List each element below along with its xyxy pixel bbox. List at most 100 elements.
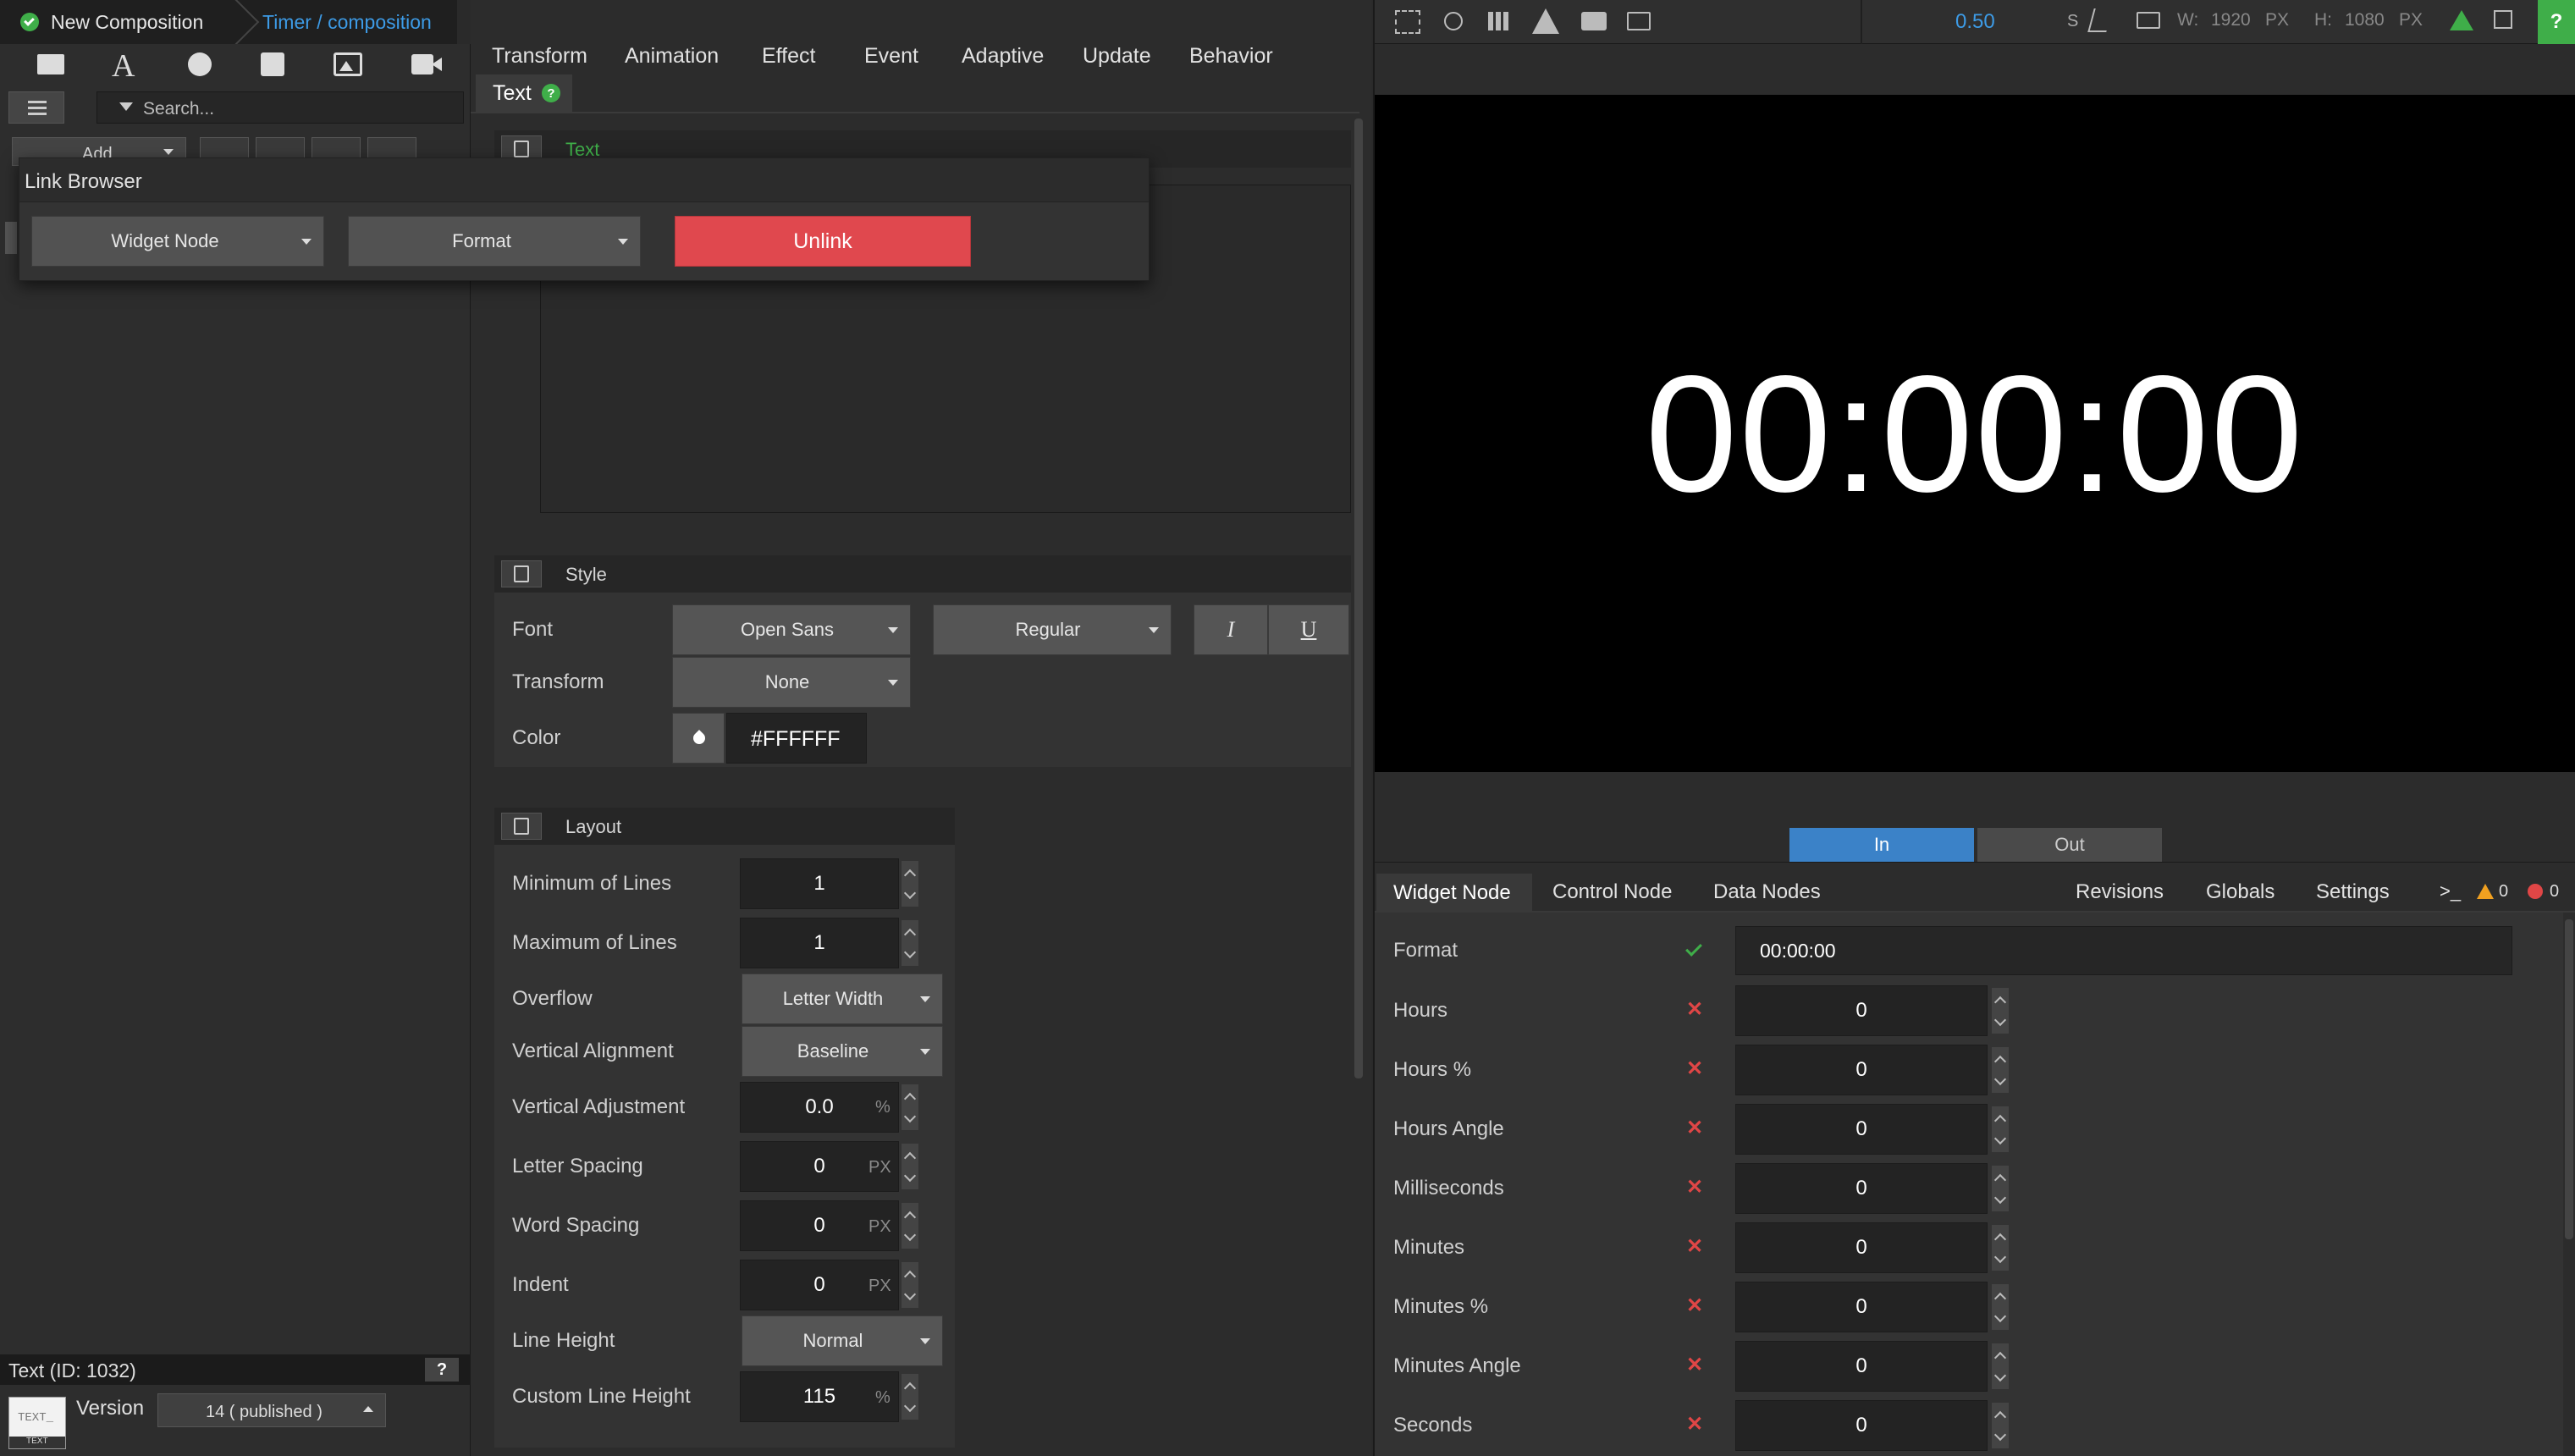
menu-effect[interactable]: Effect: [762, 44, 815, 69]
clipboard-icon[interactable]: [501, 560, 542, 587]
out-tab-label: Out: [2054, 834, 2085, 855]
image-tool-icon[interactable]: [334, 52, 362, 76]
list-toggle-button[interactable]: [8, 91, 64, 124]
folder-icon[interactable]: [37, 54, 64, 74]
max-lines-input[interactable]: 1: [740, 918, 899, 968]
preview-canvas[interactable]: 00:00:00: [1375, 95, 2575, 772]
menu-behavior[interactable]: Behavior: [1189, 44, 1273, 69]
revisions-tab[interactable]: Revisions: [2076, 880, 2164, 904]
unlink-label: Unlink: [793, 229, 852, 253]
word-spacing-stepper[interactable]: [901, 1202, 919, 1249]
help-button[interactable]: ?: [2538, 0, 2575, 44]
milliseconds-input[interactable]: 0: [1735, 1163, 1988, 1214]
menu-transform[interactable]: Transform: [492, 44, 587, 69]
search-box[interactable]: Search...: [96, 91, 464, 124]
min-lines-stepper[interactable]: [901, 860, 919, 907]
color-hex-value: #FFFFFF: [751, 727, 841, 751]
hours-pct-stepper[interactable]: [1991, 1046, 2010, 1094]
chevron-down-icon: [920, 996, 930, 1002]
format-prop-input[interactable]: 00:00:00: [1735, 926, 2512, 975]
line-height-dropdown[interactable]: Normal: [742, 1315, 943, 1366]
seconds-input[interactable]: 0: [1735, 1400, 1988, 1451]
height-value[interactable]: 1080: [2345, 10, 2385, 30]
circle-tool-icon[interactable]: [188, 52, 212, 76]
minutes-stepper[interactable]: [1991, 1224, 2010, 1271]
help-button[interactable]: ?: [425, 1358, 459, 1382]
widget-node-dropdown[interactable]: Widget Node: [31, 216, 324, 267]
pointer-icon[interactable]: [2087, 8, 2113, 32]
text-transform-dropdown[interactable]: None: [672, 657, 911, 708]
overflow-dropdown[interactable]: Letter Width: [742, 973, 943, 1024]
vertical-adjustment-stepper[interactable]: [901, 1084, 919, 1131]
in-tab[interactable]: In: [1789, 828, 1974, 862]
chevron-down-icon: [888, 627, 898, 633]
zoom-value[interactable]: 0.50: [1955, 10, 1995, 34]
font-weight-value: Regular: [1015, 619, 1081, 640]
format-dropdown[interactable]: Format: [348, 216, 641, 267]
menu-update[interactable]: Update: [1083, 44, 1151, 69]
triangle-icon[interactable]: [1532, 8, 1559, 34]
minutes-input[interactable]: 0: [1735, 1222, 1988, 1273]
vertical-alignment-value: Baseline: [797, 1040, 869, 1062]
crosshair-icon[interactable]: [1444, 12, 1463, 30]
milliseconds-stepper[interactable]: [1991, 1165, 2010, 1212]
hours-pct-input[interactable]: 0: [1735, 1045, 1988, 1095]
min-lines-input[interactable]: 1: [740, 858, 899, 909]
subtab-help-label: ?: [547, 85, 555, 101]
monitor-icon[interactable]: [2137, 12, 2160, 29]
frame-icon[interactable]: [1395, 10, 1420, 34]
italic-button[interactable]: I: [1194, 604, 1268, 655]
menu-event[interactable]: Event: [864, 44, 918, 69]
color-picker-button[interactable]: [672, 713, 725, 764]
middle-scrollbar[interactable]: [1354, 119, 1363, 1078]
color-hex-input[interactable]: #FFFFFF: [726, 713, 867, 764]
hours-angle-input[interactable]: 0: [1735, 1104, 1988, 1155]
snapshot-icon[interactable]: [1627, 12, 1651, 30]
max-lines-stepper[interactable]: [901, 919, 919, 967]
rectangle-tool-icon[interactable]: [261, 52, 284, 76]
font-weight-dropdown[interactable]: Regular: [933, 604, 1172, 655]
minutes-pct-input[interactable]: 0: [1735, 1282, 1988, 1332]
format-prop-label: Format: [1393, 939, 1458, 962]
clipboard-icon[interactable]: [501, 813, 542, 840]
hours-input[interactable]: 0: [1735, 985, 1988, 1036]
subtab-text[interactable]: Text ?: [476, 74, 572, 112]
menu-adaptive[interactable]: Adaptive: [962, 44, 1044, 69]
minutes-angle-stepper[interactable]: [1991, 1343, 2010, 1390]
warning-triangle-icon[interactable]: [2450, 10, 2473, 30]
hours-stepper[interactable]: [1991, 987, 2010, 1034]
settings-tab[interactable]: Settings: [2316, 880, 2390, 904]
underline-button[interactable]: U: [1268, 604, 1349, 655]
breadcrumb-root[interactable]: New Composition: [51, 11, 203, 34]
breadcrumb-path[interactable]: Timer / composition: [262, 11, 432, 34]
external-link-icon[interactable]: [2494, 10, 2512, 29]
width-value[interactable]: 1920: [2211, 10, 2251, 30]
hours-angle-stepper[interactable]: [1991, 1106, 2010, 1153]
tree-item-stub[interactable]: [5, 222, 17, 254]
font-family-dropdown[interactable]: Open Sans: [672, 604, 911, 655]
video-tool-icon[interactable]: [411, 54, 442, 74]
text-tool-icon[interactable]: A: [112, 47, 135, 85]
help-circle-icon[interactable]: ?: [542, 84, 560, 102]
console-icon[interactable]: >_: [2440, 880, 2461, 902]
thumb-sub: TEXT: [26, 1437, 48, 1446]
menu-animation[interactable]: Animation: [625, 44, 719, 69]
widget-node-tab[interactable]: Widget Node: [1376, 874, 1532, 911]
letter-spacing-stepper[interactable]: [901, 1143, 919, 1190]
minutes-angle-input[interactable]: 0: [1735, 1341, 1988, 1392]
data-nodes-tab[interactable]: Data Nodes: [1713, 880, 1821, 904]
out-tab[interactable]: Out: [1977, 828, 2162, 862]
minutes-pct-stepper[interactable]: [1991, 1283, 2010, 1331]
seconds-stepper[interactable]: [1991, 1402, 2010, 1449]
version-select[interactable]: 14 ( published ): [157, 1393, 386, 1427]
control-node-tab[interactable]: Control Node: [1552, 880, 1672, 904]
font-family-value: Open Sans: [740, 619, 835, 640]
camera-icon[interactable]: [1581, 12, 1607, 30]
grid-icon[interactable]: [1488, 12, 1508, 30]
vertical-alignment-dropdown[interactable]: Baseline: [742, 1026, 943, 1077]
node-props-scrollbar[interactable]: [2565, 919, 2573, 1239]
unlink-button[interactable]: Unlink: [675, 216, 971, 267]
indent-stepper[interactable]: [901, 1261, 919, 1309]
custom-line-height-stepper[interactable]: [901, 1373, 919, 1420]
globals-tab[interactable]: Globals: [2206, 880, 2274, 904]
